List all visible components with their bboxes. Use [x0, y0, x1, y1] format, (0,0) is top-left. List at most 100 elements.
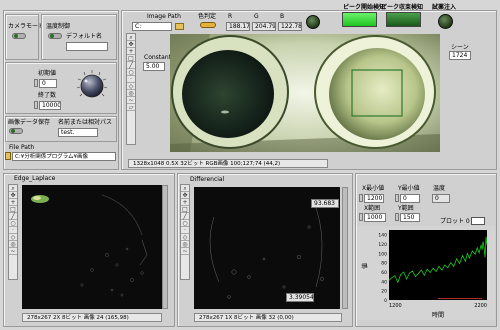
diff-rect-icon[interactable]: □ — [181, 206, 189, 213]
name-or-path-input[interactable]: test. — [58, 128, 98, 137]
x-tick-label: 2200 — [474, 303, 487, 309]
diff-freehand-icon[interactable]: ~ — [181, 248, 189, 255]
edge-scrollbar[interactable] — [162, 185, 168, 309]
x-min-spinner[interactable] — [359, 194, 363, 202]
b-label: B — [280, 13, 285, 20]
series-0-point — [400, 273, 402, 275]
series-1-point — [476, 298, 478, 299]
diff-poly-icon[interactable]: ◇ — [181, 234, 189, 241]
edge-poly-icon[interactable]: ◇ — [9, 234, 17, 241]
camera-mode-toggle[interactable] — [12, 33, 26, 39]
time-series-chart: 0 20 40 60 80 100 120 140 1200 2200 値 時間 — [357, 226, 495, 320]
default-name-input[interactable] — [66, 42, 108, 51]
edge-image — [22, 185, 162, 309]
series-0-point — [429, 272, 431, 273]
series-1-point — [447, 298, 449, 299]
file-path-input[interactable]: C:¥分析関係プログラム¥画像 — [12, 152, 116, 161]
series-0-point — [406, 278, 407, 280]
edge-point-icon[interactable]: · — [9, 227, 17, 234]
plot-legend-swatch[interactable] — [471, 217, 485, 225]
edge-zoom-icon[interactable]: ⌕ — [9, 185, 17, 192]
y-range-label: Y範囲 — [398, 205, 414, 212]
polygon-roi-icon[interactable]: ◇ — [127, 83, 135, 90]
b-value: 122.78 — [278, 22, 302, 31]
diff-pan-icon[interactable]: ✥ — [181, 192, 189, 199]
series-0-point — [476, 247, 478, 249]
image-path-label: Image Path — [147, 13, 181, 20]
y-tick-label: 20 — [381, 289, 387, 295]
end-value-spinner[interactable] — [34, 101, 38, 109]
y-tick-label: 0 — [384, 298, 387, 304]
edge-pan-icon[interactable]: ✥ — [9, 192, 17, 199]
point-roi-icon[interactable]: · — [127, 76, 135, 83]
initial-value-input[interactable]: 0 — [39, 79, 57, 88]
image-path-folder-icon[interactable] — [175, 23, 184, 30]
constant-label: Constant — [144, 54, 171, 61]
edge-rect-icon[interactable]: □ — [9, 206, 17, 213]
zoom-tool-icon[interactable]: ⌕ — [127, 34, 135, 41]
x-min-input[interactable]: 1200 — [364, 194, 384, 203]
series-0-point — [471, 250, 473, 252]
r-value: 188.17 — [226, 22, 250, 31]
line-roi-icon[interactable]: ╱ — [127, 62, 135, 69]
series-0-point — [388, 280, 390, 281]
main-image-toolbar: ⌕ ✥ + □ ╱ ○ · ◇ ◎ ~ ▱ — [126, 33, 136, 145]
series-0-point — [485, 236, 487, 238]
diff-point-icon[interactable]: · — [181, 227, 189, 234]
rotary-knob[interactable] — [72, 66, 112, 106]
edge-toolbar: ⌕ ✥ + □ ╱ ○ · ◇ ◎ ~ — [8, 184, 18, 280]
series-0-point — [462, 255, 463, 257]
select-tool-icon[interactable]: + — [127, 48, 135, 55]
y-range-input[interactable]: 150 — [400, 213, 420, 222]
rect-roi-icon[interactable]: □ — [127, 55, 135, 62]
scene-label: シーン — [451, 44, 469, 51]
y-min-input[interactable]: 0 — [400, 194, 420, 203]
pan-tool-icon[interactable]: ✥ — [127, 41, 135, 48]
edge-annulus-icon[interactable]: ◎ — [9, 241, 17, 248]
y-min-label: Y最小値 — [398, 185, 420, 192]
diff-oval-icon[interactable]: ○ — [181, 220, 189, 227]
diff-zoom-icon[interactable]: ⌕ — [181, 185, 189, 192]
y-tick-label: 40 — [381, 279, 387, 285]
diff-min-value: 3.39054 — [286, 293, 314, 302]
constant-input[interactable]: 5.00 — [143, 62, 165, 71]
end-value-label: 終了数 — [38, 92, 57, 99]
reagent-button[interactable] — [438, 14, 453, 29]
edge-freehand-icon[interactable]: ~ — [9, 248, 17, 255]
image-path-input[interactable]: C: — [132, 22, 172, 31]
series-0-point — [474, 253, 476, 255]
series-1-point — [481, 298, 483, 299]
save-image-toggle[interactable] — [9, 128, 23, 134]
diff-title: Differencial — [190, 176, 225, 183]
knob-body — [80, 74, 104, 98]
file-path-browse-icon[interactable] — [5, 152, 11, 160]
left-beaker-liquid — [182, 50, 274, 138]
diff-max-value: 93.683 — [311, 199, 339, 208]
y-min-spinner[interactable] — [395, 194, 399, 202]
freehand-roi-icon[interactable]: ~ — [127, 97, 135, 104]
plot-legend-label: プロット 0 — [440, 218, 470, 225]
diff-toolbar: ⌕ ✥ + □ ╱ ○ · ◇ ◎ ~ — [180, 184, 190, 280]
peak-start-label: ピーク開始検知 — [343, 4, 386, 11]
end-value-input[interactable]: 10000 — [39, 101, 61, 110]
edge-oval-icon[interactable]: ○ — [9, 220, 17, 227]
annulus-roi-icon[interactable]: ◎ — [127, 90, 135, 97]
edge-select-icon[interactable]: + — [9, 199, 17, 206]
initial-value-spinner[interactable] — [34, 79, 38, 87]
series-0-point — [478, 252, 480, 254]
series-0-point — [420, 269, 422, 271]
peak-end-indicator — [386, 12, 421, 27]
rotated-rect-icon[interactable]: ▱ — [127, 104, 135, 111]
oval-roi-icon[interactable]: ○ — [127, 69, 135, 76]
series-0-point — [481, 249, 483, 250]
diff-line-icon[interactable]: ╱ — [181, 213, 189, 220]
x-range-spinner[interactable] — [359, 213, 363, 221]
edge-line-icon[interactable]: ╱ — [9, 213, 17, 220]
y-range-spinner[interactable] — [395, 213, 399, 221]
diff-select-icon[interactable]: + — [181, 199, 189, 206]
x-range-input[interactable]: 1000 — [364, 213, 386, 222]
diff-annulus-icon[interactable]: ◎ — [181, 241, 189, 248]
diff-scrollbar[interactable] — [342, 187, 348, 309]
diff-status-bar: 278x267 1X 8ビット 画像 32 (0,00) — [194, 313, 342, 322]
temp-control-toggle[interactable] — [48, 33, 62, 39]
